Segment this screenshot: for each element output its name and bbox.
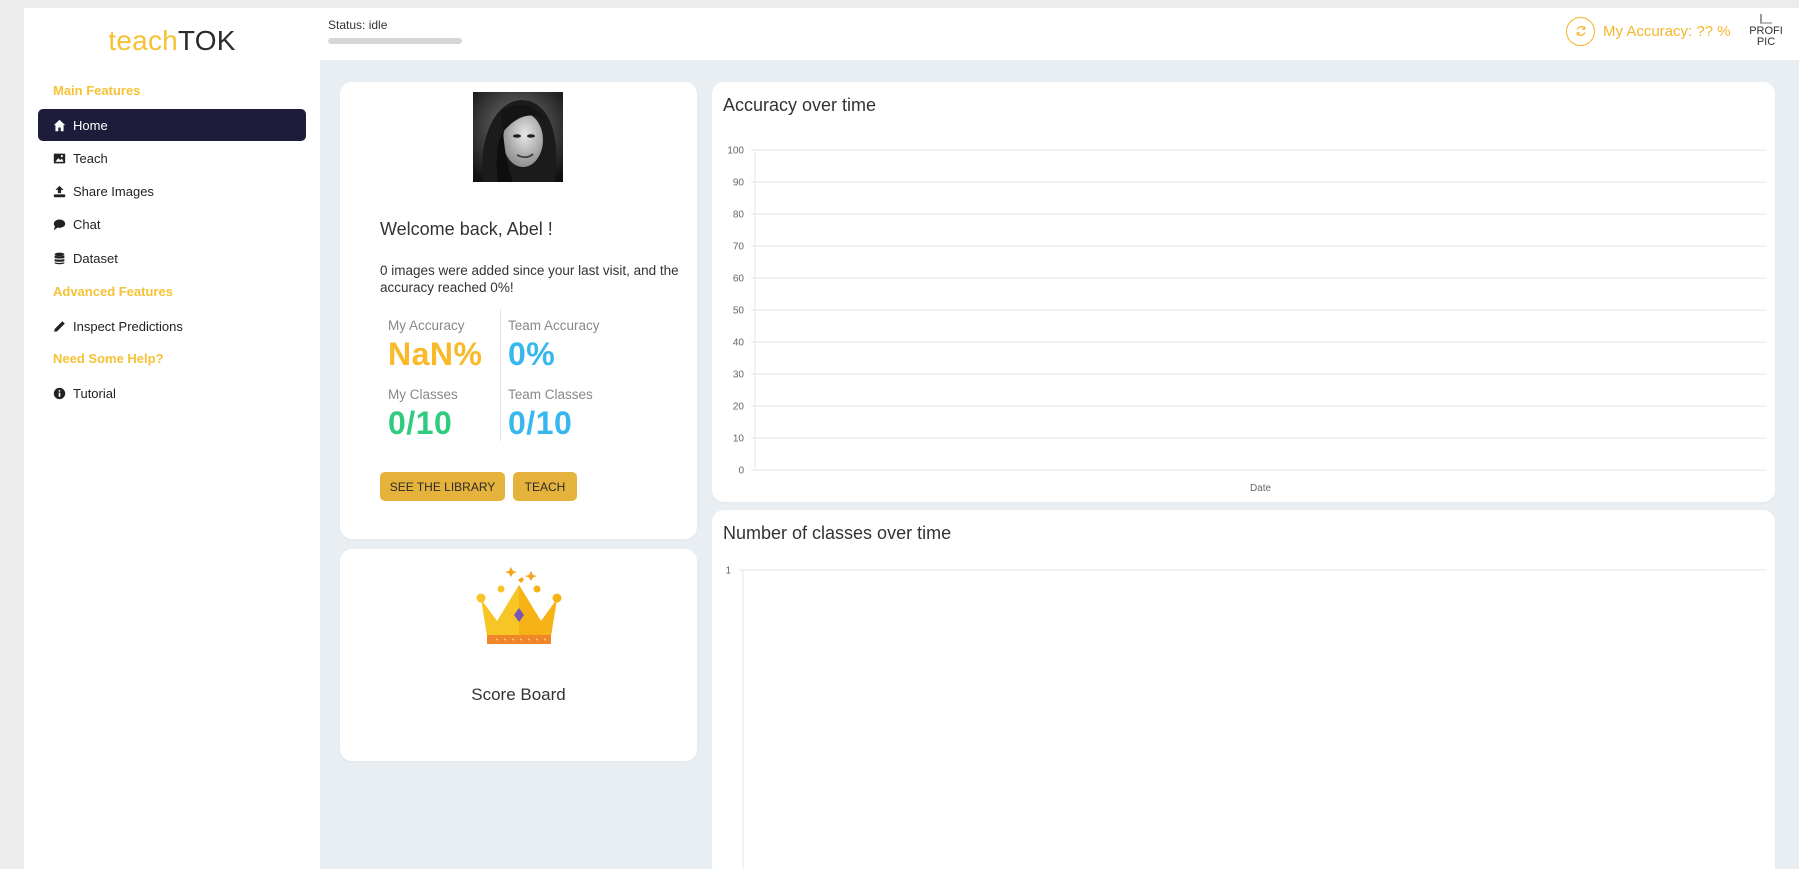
- welcome-message: 0 images were added since your last visi…: [380, 263, 679, 295]
- y-tick-label: 100: [727, 146, 744, 157]
- accuracy-chart: 1009080706050403020100Date: [727, 146, 1766, 494]
- see-library-button[interactable]: SEE THE LIBRARY: [380, 472, 505, 501]
- sidebar-item-home[interactable]: Home: [38, 109, 306, 141]
- y-tick-label: 60: [733, 274, 745, 285]
- profile-alt-text: PROFI PIC: [1749, 25, 1783, 48]
- my-accuracy-stat-value: NaN%: [388, 336, 483, 372]
- y-tick-label: 0: [738, 466, 744, 477]
- logo-part-tok: TOK: [177, 25, 236, 56]
- welcome-card: Welcome back, Abel ! 0 images were added…: [340, 82, 697, 539]
- info-icon: [52, 386, 67, 401]
- sidebar-item-share-images[interactable]: Share Images: [38, 175, 306, 207]
- user-avatar: [473, 92, 563, 182]
- section-need-help: Need Some Help?: [53, 351, 164, 366]
- image-icon: [52, 151, 67, 166]
- y-tick-label: 70: [733, 242, 745, 253]
- broken-image-icon: [1760, 14, 1772, 24]
- teach-button[interactable]: TEACH: [513, 472, 577, 501]
- sidebar-item-dataset[interactable]: Dataset: [38, 242, 306, 274]
- sidebar-item-label: Teach: [73, 150, 108, 166]
- stats-divider: [500, 309, 501, 441]
- sidebar-item-label: Dataset: [73, 250, 118, 266]
- scoreboard-title: Score Board: [471, 685, 566, 704]
- app-logo[interactable]: teachTOK: [24, 25, 320, 57]
- logo-part-teach: teach: [108, 25, 178, 56]
- upload-icon: [52, 184, 67, 199]
- classes-chart: 1: [725, 566, 1766, 869]
- chat-icon: [52, 217, 67, 232]
- y-tick-label: 20: [733, 402, 745, 413]
- y-tick-label: 80: [733, 210, 745, 221]
- pencil-icon: [52, 319, 67, 334]
- sidebar-item-label: Tutorial: [73, 385, 116, 401]
- app-window: teachTOK Main Features Home Teach Share …: [24, 8, 1799, 869]
- section-advanced-features: Advanced Features: [53, 284, 173, 299]
- my-accuracy-indicator[interactable]: My Accuracy: ?? %: [1566, 15, 1731, 47]
- sidebar: teachTOK Main Features Home Teach Share …: [24, 8, 320, 869]
- profile-picture[interactable]: PROFI PIC: [1744, 14, 1788, 54]
- my-accuracy-label: My Accuracy: ?? %: [1603, 22, 1731, 40]
- sidebar-item-teach[interactable]: Teach: [38, 142, 306, 174]
- y-tick-label: 10: [733, 434, 745, 445]
- y-tick-label: 40: [733, 338, 745, 349]
- sidebar-item-tutorial[interactable]: Tutorial: [38, 377, 306, 409]
- sidebar-item-chat[interactable]: Chat: [38, 208, 306, 240]
- sidebar-item-inspect-predictions[interactable]: Inspect Predictions: [38, 310, 306, 342]
- refresh-icon[interactable]: [1566, 16, 1595, 46]
- crown-icon: [473, 561, 566, 651]
- y-tick-label: 90: [733, 178, 745, 189]
- classes-chart-card: Number of classes over time 1: [712, 510, 1775, 869]
- team-classes-stat-label: Team Classes: [508, 387, 593, 402]
- sidebar-item-label: Chat: [73, 216, 101, 232]
- x-axis-label: Date: [1250, 483, 1272, 494]
- team-classes-stat-value: 0/10: [508, 405, 573, 441]
- sidebar-item-label: Share Images: [73, 183, 154, 199]
- top-header: Status: idle My Accuracy: ?? % PROFI PIC: [320, 8, 1799, 60]
- sidebar-item-label: Inspect Predictions: [73, 318, 183, 334]
- sidebar-item-label: Home: [73, 117, 108, 133]
- team-accuracy-stat-label: Team Accuracy: [508, 318, 600, 333]
- status-progress-bar: [328, 38, 462, 44]
- y-tick-label: 50: [733, 306, 745, 317]
- y-tick-label: 30: [733, 370, 745, 381]
- welcome-title: Welcome back, Abel !: [380, 219, 553, 239]
- my-accuracy-stat-label: My Accuracy: [388, 318, 465, 333]
- y-tick-label: 1: [725, 566, 731, 577]
- accuracy-chart-card: Accuracy over time 100 90 80 70 60 50 40 30 20 10…: [712, 82, 1775, 502]
- section-main-features: Main Features: [53, 83, 141, 98]
- my-classes-stat-label: My Classes: [388, 387, 458, 402]
- team-accuracy-stat-value: 0%: [508, 336, 556, 372]
- database-icon: [52, 251, 67, 266]
- my-classes-stat-value: 0/10: [388, 405, 453, 441]
- scoreboard-card[interactable]: Score Board: [340, 549, 697, 761]
- home-icon: [52, 118, 67, 133]
- status-text: Status: idle: [328, 18, 388, 32]
